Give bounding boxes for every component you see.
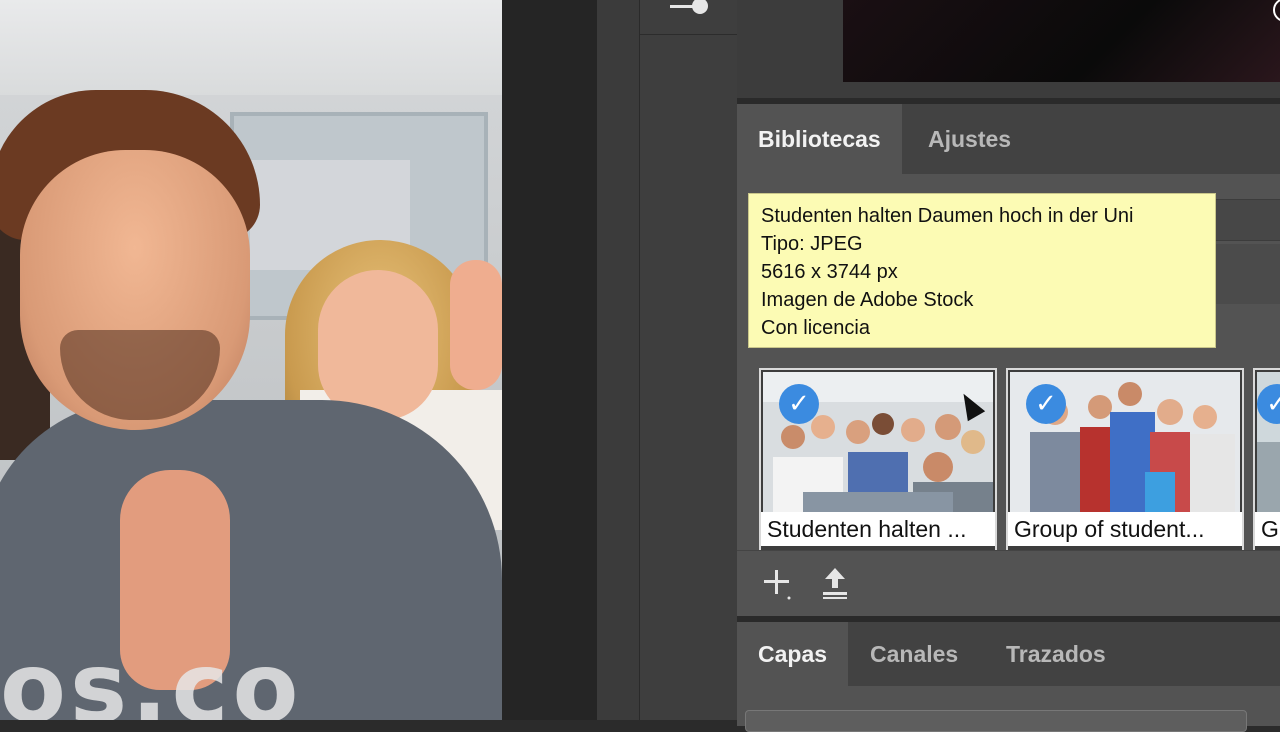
tooltip-license: Con licencia [761, 317, 870, 339]
tab-ajustes[interactable]: Ajustes [907, 104, 1032, 174]
plus-icon[interactable] [762, 566, 792, 609]
layers-tabbar: Capas Canales Trazados [737, 622, 1280, 686]
photo-woman-face [318, 270, 438, 420]
asset-caption: G [1255, 512, 1280, 546]
asset-tooltip: Studenten halten Daumen hoch in der Uni … [748, 193, 1216, 348]
asset-check-icon[interactable]: ✓ [1026, 384, 1066, 424]
color-panel [737, 0, 1280, 98]
library-asset-3[interactable]: ✓ G [1253, 368, 1280, 558]
tab-bibliotecas[interactable]: Bibliotecas [737, 104, 902, 174]
color-picker-handle[interactable] [1273, 0, 1280, 22]
document-canvas[interactable]: os.co [0, 0, 502, 720]
asset-check-icon[interactable]: ✓ [779, 384, 819, 424]
upload-icon[interactable] [820, 566, 850, 609]
asset-caption: Group of student... [1008, 512, 1242, 546]
photo-woman-thumb [450, 260, 502, 390]
tooltip-dimensions: 5616 x 3744 px [761, 261, 898, 283]
tab-trazados[interactable]: Trazados [985, 622, 1127, 686]
tooltip-title: Studenten halten Daumen hoch in der Uni [761, 205, 1134, 227]
libraries-toolbar [737, 550, 1280, 623]
libraries-tabbar: Bibliotecas Ajustes [737, 104, 1280, 174]
tab-canales[interactable]: Canales [849, 622, 979, 686]
brush-settings-icon[interactable] [670, 0, 712, 18]
tooltip-source: Imagen de Adobe Stock [761, 289, 974, 311]
tooltip-type: Tipo: JPEG [761, 233, 863, 255]
photo-ceiling [0, 0, 502, 95]
color-field[interactable] [843, 0, 1280, 82]
panel-icon-strip [639, 0, 738, 720]
tab-capas[interactable]: Capas [737, 622, 849, 686]
library-asset-2[interactable]: ✓ Group of student... [1006, 368, 1244, 558]
canvas-watermark: os.co [0, 632, 303, 720]
toolstrip-header [640, 0, 737, 35]
layers-filter-field[interactable] [745, 710, 1247, 732]
asset-caption: Studenten halten ... [761, 512, 995, 546]
canvas-gutter [502, 0, 597, 720]
layers-panel: Capas Canales Trazados [737, 616, 1280, 732]
libraries-panel: Bibliotecas Ajustes ✓ Studenten halten .… [737, 98, 1280, 623]
scroll-gutter [597, 0, 639, 720]
